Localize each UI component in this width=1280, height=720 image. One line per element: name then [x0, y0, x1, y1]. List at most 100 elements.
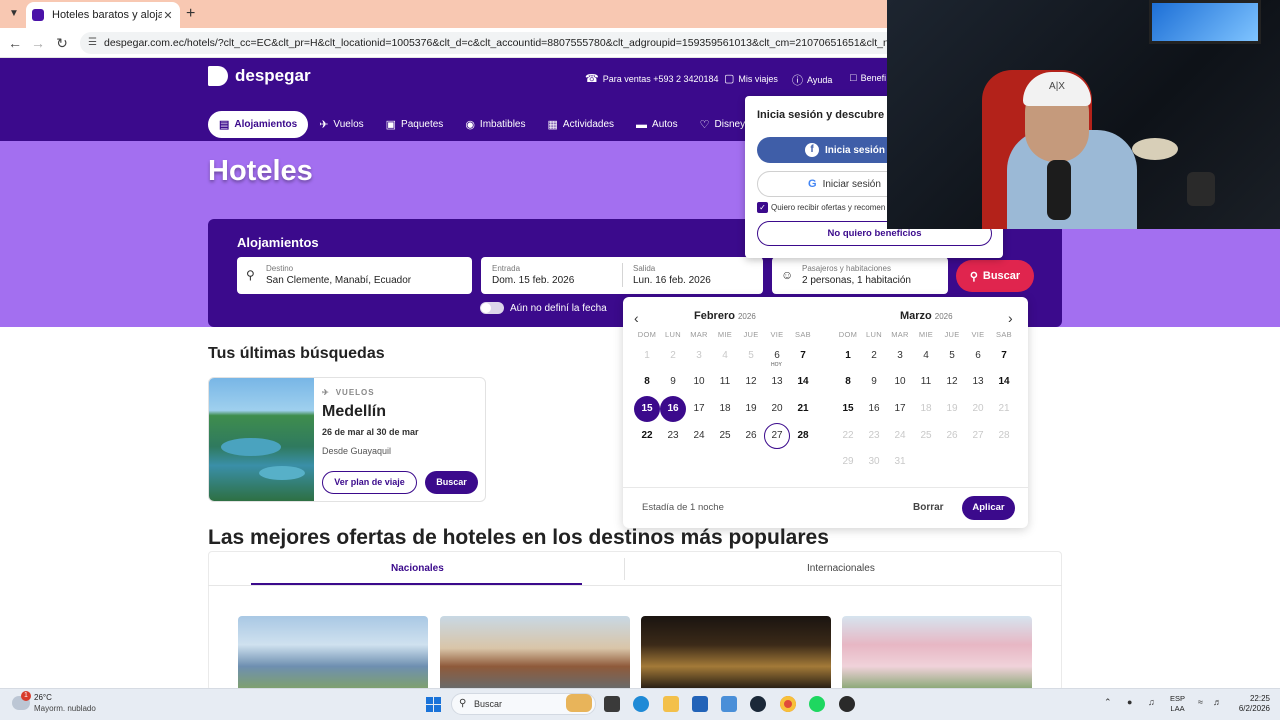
task-view-icon[interactable] [604, 696, 620, 712]
calendar-day-mar-6[interactable]: 6 [965, 343, 991, 369]
back-arrow-icon[interactable]: ← [6, 34, 24, 52]
calendar-day-feb-11[interactable]: 11 [712, 369, 738, 395]
despegar-logo-icon[interactable] [208, 66, 228, 86]
calendar-day-mar-4[interactable]: 4 [913, 343, 939, 369]
file-explorer-icon[interactable] [663, 696, 679, 712]
checkout-value[interactable]: Lun. 16 feb. 2026 [633, 275, 711, 286]
recent-search-card[interactable]: ✈ VUELOS Medellín 26 de mar al 30 de mar… [208, 377, 486, 502]
calendar-day-feb-8[interactable]: 8 [634, 369, 660, 395]
sales-phone-link[interactable]: ☎ Para ventas +593 2 3420184 [585, 72, 719, 85]
calendar-day-mar-5[interactable]: 5 [939, 343, 965, 369]
nav-item-paquetes[interactable]: ▣ Paquetes [375, 111, 455, 138]
apply-dates-button[interactable]: Aplicar [962, 496, 1015, 520]
calendar-day-feb-21[interactable]: 21 [790, 396, 816, 422]
site-info-icon[interactable]: ☰ [88, 32, 97, 54]
store-icon[interactable] [692, 696, 708, 712]
calendar-day-feb-10[interactable]: 10 [686, 369, 712, 395]
hotel-card-image[interactable] [641, 616, 831, 688]
benefits-link[interactable]: □ Benefi [850, 72, 886, 84]
outlook-icon[interactable] [721, 696, 737, 712]
calendar-day-feb-15[interactable]: 15 [634, 396, 660, 422]
calendar-day-feb-7[interactable]: 7 [790, 343, 816, 369]
calendar-day-feb-19[interactable]: 19 [738, 396, 764, 422]
calendar-day-mar-13[interactable]: 13 [965, 369, 991, 395]
calendar-day-feb-9[interactable]: 9 [660, 369, 686, 395]
nav-item-vuelos[interactable]: ✈ Vuelos [308, 111, 374, 138]
windows-start-icon[interactable] [426, 697, 441, 712]
calendar-day-feb-22[interactable]: 22 [634, 423, 660, 449]
calendar-day-feb-16[interactable]: 16 [660, 396, 686, 422]
next-month-chevron-icon[interactable]: › [1008, 310, 1013, 326]
calendar-day-feb-12[interactable]: 12 [738, 369, 764, 395]
temperature[interactable]: 26°C [34, 693, 52, 702]
calendar-day-mar-14[interactable]: 14 [991, 369, 1017, 395]
calendar-day-mar-8[interactable]: 8 [835, 369, 861, 395]
hotel-card-image[interactable] [842, 616, 1032, 688]
weather-description[interactable]: Mayorm. nublado [34, 704, 96, 713]
calendar-day-feb-27[interactable]: 27 [764, 423, 790, 449]
language-indicator[interactable]: ESP LAA [1170, 694, 1185, 714]
calendar-day-mar-10[interactable]: 10 [887, 369, 913, 395]
tab-nacionales[interactable]: Nacionales [391, 563, 444, 574]
forward-arrow-icon[interactable]: → [29, 34, 47, 52]
calendar-day-mar-3[interactable]: 3 [887, 343, 913, 369]
hotel-card-image[interactable] [440, 616, 630, 688]
nav-item-alojamientos[interactable]: ▤ Alojamientos [208, 111, 309, 138]
tray-app-icon[interactable]: ● [1127, 697, 1132, 707]
my-trips-link[interactable]: ▢ Mis viajes [724, 72, 778, 85]
calendar-day-feb-20[interactable]: 20 [764, 396, 790, 422]
calendar-day-feb-24[interactable]: 24 [686, 423, 712, 449]
site-logo[interactable]: despegar [235, 66, 311, 86]
guests-field[interactable]: ☺ Pasajeros y habitaciones 2 personas, 1… [772, 257, 948, 294]
recent-search-button[interactable]: Buscar [425, 471, 478, 494]
search-button[interactable]: ⚲ Buscar [956, 260, 1034, 292]
calendar-day-mar-12[interactable]: 12 [939, 369, 965, 395]
destination-field[interactable]: ⚲ Destino San Clemente, Manabí, Ecuador [237, 257, 472, 294]
widgets-icon[interactable] [566, 694, 592, 712]
calendar-day-mar-2[interactable]: 2 [861, 343, 887, 369]
calendar-day-feb-17[interactable]: 17 [686, 396, 712, 422]
chrome-icon[interactable] [780, 696, 796, 712]
calendar-day-mar-17[interactable]: 17 [887, 396, 913, 422]
help-link[interactable]: ⓘ Ayuda [792, 72, 832, 88]
reload-icon[interactable]: ↻ [53, 34, 71, 52]
calendar-day-feb-25[interactable]: 25 [712, 423, 738, 449]
steam-icon[interactable] [750, 696, 766, 712]
tab-internacionales[interactable]: Internacionales [807, 563, 875, 574]
nav-item-imbatibles[interactable]: ◉ Imbatibles [454, 111, 536, 138]
hotel-card-image[interactable] [238, 616, 428, 688]
checkin-value[interactable]: Dom. 15 feb. 2026 [492, 275, 574, 286]
clear-dates-button[interactable]: Borrar [913, 502, 944, 513]
nav-item-autos[interactable]: ▬ Autos [625, 111, 689, 138]
calendar-day-feb-14[interactable]: 14 [790, 369, 816, 395]
calendar-day-feb-26[interactable]: 26 [738, 423, 764, 449]
calendar-day-mar-7[interactable]: 7 [991, 343, 1017, 369]
close-tab-icon[interactable]: ✕ [162, 9, 174, 22]
calendar-day-mar-1[interactable]: 1 [835, 343, 861, 369]
calendar-day-feb-18[interactable]: 18 [712, 396, 738, 422]
tab-list-chevron-icon[interactable]: ▼ [6, 6, 22, 22]
undefined-date-toggle[interactable] [480, 302, 504, 314]
volume-icon[interactable]: ♬ [1213, 697, 1222, 707]
calendar-day-mar-16[interactable]: 16 [861, 396, 887, 422]
new-tab-plus-icon[interactable]: + [186, 5, 195, 23]
offers-checkbox[interactable]: ✓ [757, 202, 768, 213]
calendar-day-feb-23[interactable]: 23 [660, 423, 686, 449]
microphone-icon[interactable]: ♫ [1148, 697, 1155, 707]
calendar-day-mar-15[interactable]: 15 [835, 396, 861, 422]
url-input[interactable]: ☰ despegar.com.ec/hotels/?clt_cc=EC&clt_… [80, 32, 900, 54]
spotify-icon[interactable] [809, 696, 825, 712]
calendar-day-feb-13[interactable]: 13 [764, 369, 790, 395]
view-plan-button[interactable]: Ver plan de viaje [322, 471, 417, 494]
wifi-icon[interactable]: ≈ [1198, 697, 1203, 707]
calendar-day-mar-11[interactable]: 11 [913, 369, 939, 395]
prev-month-chevron-icon[interactable]: ‹ [634, 310, 639, 326]
browser-tab[interactable]: Hoteles baratos y alojamientos ✕ [26, 2, 180, 28]
clock[interactable]: 22:25 6/2/2026 [1230, 694, 1270, 714]
tray-chevron-icon[interactable]: ⌃ [1104, 697, 1112, 708]
calendar-day-feb-28[interactable]: 28 [790, 423, 816, 449]
calendar-day-mar-9[interactable]: 9 [861, 369, 887, 395]
edge-icon[interactable] [633, 696, 649, 712]
dates-field[interactable]: Entrada Dom. 15 feb. 2026 Salida Lun. 16… [481, 257, 763, 294]
nav-item-actividades[interactable]: ▦ Actividades [537, 111, 626, 138]
